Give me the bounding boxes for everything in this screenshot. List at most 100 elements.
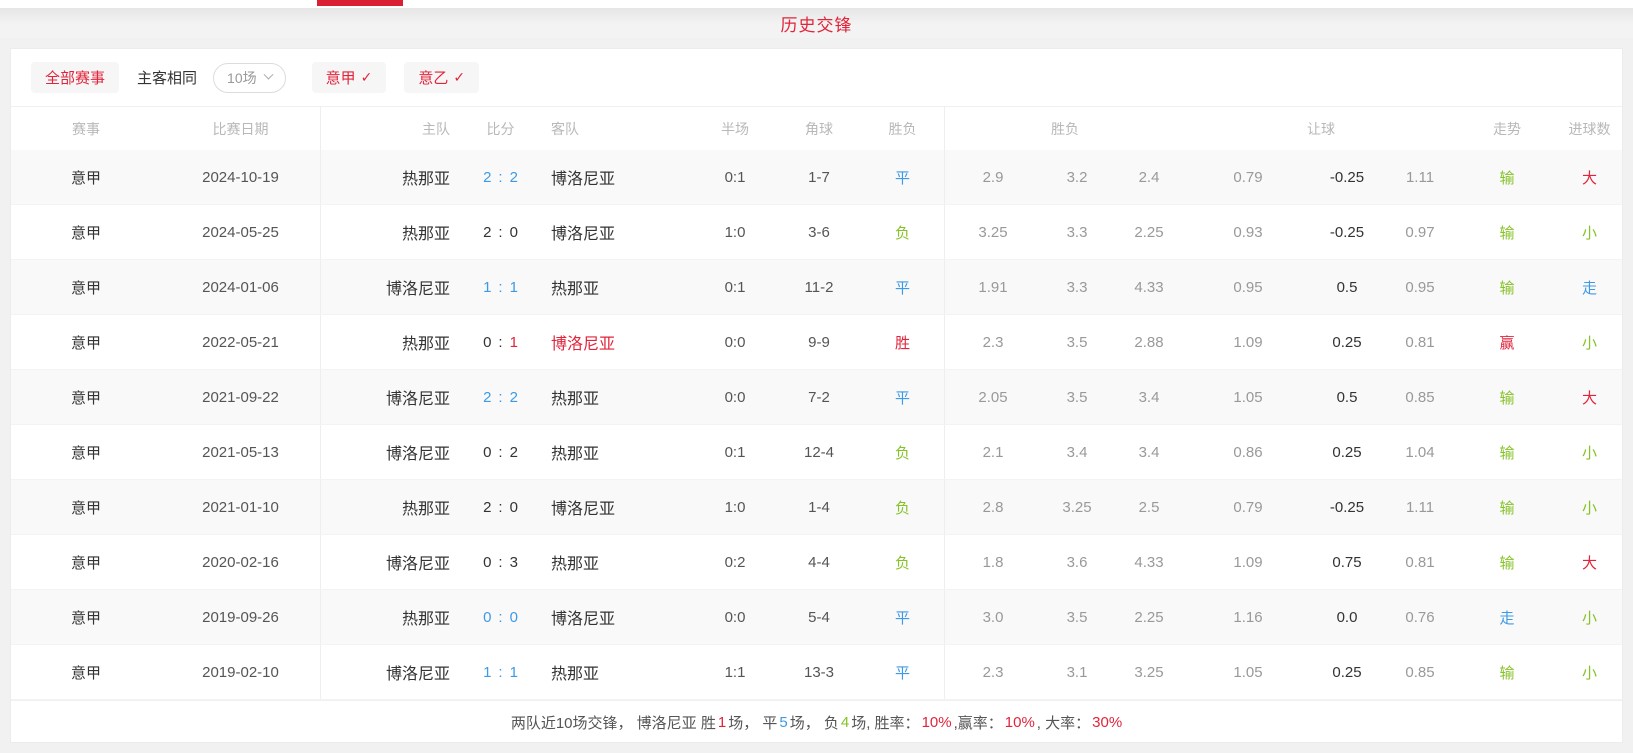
handicap-away-odds: 1.11 [1383, 499, 1457, 516]
header-handicap-group: 让球 [1185, 119, 1457, 139]
score-separator: : [498, 389, 502, 406]
league-cell: 意甲 [11, 662, 161, 683]
summary-segment: 4 [841, 714, 849, 731]
score-home: 0 [483, 444, 491, 461]
odds-away: 2.5 [1113, 499, 1185, 516]
trend-cell: 输 [1457, 222, 1557, 243]
odds-draw: 3.3 [1041, 279, 1113, 296]
odds-home: 2.8 [945, 499, 1041, 516]
all-events-filter-button[interactable]: 全部赛事 [31, 62, 119, 93]
odds-home: 3.0 [945, 609, 1041, 626]
league-cell: 意甲 [11, 442, 161, 463]
active-tab-indicator[interactable] [317, 0, 403, 6]
header-halftime: 半场 [693, 119, 777, 139]
header-date: 比赛日期 [161, 107, 321, 150]
header-goals: 进球数 [1557, 119, 1622, 139]
score-cell: 2:2 [458, 389, 543, 406]
score-cell: 0:0 [458, 609, 543, 626]
goals-cell: 小 [1557, 662, 1622, 683]
date-cell: 2024-01-06 [161, 260, 321, 314]
odds-draw: 3.25 [1041, 499, 1113, 516]
score-home: 1 [483, 279, 491, 296]
check-icon: ✓ [453, 69, 465, 86]
table-row: 意甲 2019-02-10 博洛尼亚 1:1 热那亚 1:1 13-3 平 2.… [11, 645, 1622, 700]
score-home: 0 [483, 554, 491, 571]
away-team: 博洛尼亚 [543, 330, 693, 354]
score-cell: 2:0 [458, 499, 543, 516]
away-team: 博洛尼亚 [543, 495, 693, 519]
date-cell: 2024-10-19 [161, 150, 321, 204]
trend-cell: 输 [1457, 277, 1557, 298]
trend-cell: 输 [1457, 387, 1557, 408]
corner-cell: 9-9 [777, 334, 861, 351]
table-header: 赛事 比赛日期 主队 比分 客队 半场 角球 胜负 胜负 让球 走势 进球数 [11, 107, 1622, 150]
trend-cell: 输 [1457, 497, 1557, 518]
handicap-line: -0.25 [1311, 169, 1383, 186]
header-score: 比分 [458, 119, 543, 139]
result-cell: 平 [861, 590, 945, 644]
handicap-away-odds: 0.85 [1383, 664, 1457, 681]
result-cell: 平 [861, 150, 945, 204]
league-cell: 意甲 [11, 607, 161, 628]
summary-segment: 10% [1005, 714, 1035, 731]
section-header: 历史交锋 [0, 8, 1633, 38]
odds-draw: 3.1 [1041, 664, 1113, 681]
date-cell: 2019-09-26 [161, 590, 321, 644]
serie-b-filter-button[interactable]: 意乙 ✓ [404, 62, 479, 93]
away-team: 博洛尼亚 [543, 605, 693, 629]
handicap-home-odds: 0.79 [1185, 169, 1311, 186]
score-cell: 2:0 [458, 224, 543, 241]
odds-home: 1.8 [945, 554, 1041, 571]
trend-cell: 输 [1457, 167, 1557, 188]
home-team: 热那亚 [321, 605, 458, 629]
goals-cell: 小 [1557, 607, 1622, 628]
serie-a-filter-button[interactable]: 意甲 ✓ [312, 62, 387, 93]
halftime-cell: 0:1 [693, 444, 777, 461]
trend-cell: 输 [1457, 662, 1557, 683]
score-separator: : [498, 444, 502, 461]
goals-cell: 小 [1557, 332, 1622, 353]
home-away-same-label[interactable]: 主客相同 [137, 67, 197, 88]
handicap-home-odds: 0.93 [1185, 224, 1311, 241]
corner-cell: 3-6 [777, 224, 861, 241]
score-away: 0 [510, 224, 518, 241]
halftime-cell: 1:0 [693, 499, 777, 516]
odds-draw: 3.4 [1041, 444, 1113, 461]
summary-segment: 场， 负 [790, 712, 839, 733]
date-cell: 2019-02-10 [161, 645, 321, 699]
result-cell: 平 [861, 645, 945, 699]
score-cell: 0:2 [458, 444, 543, 461]
home-team: 博洛尼亚 [321, 660, 458, 684]
handicap-home-odds: 0.95 [1185, 279, 1311, 296]
table-row: 意甲 2021-09-22 博洛尼亚 2:2 热那亚 0:0 7-2 平 2.0… [11, 370, 1622, 425]
handicap-home-odds: 1.16 [1185, 609, 1311, 626]
result-cell: 负 [861, 425, 945, 479]
odds-home: 2.3 [945, 664, 1041, 681]
table-row: 意甲 2024-10-19 热那亚 2:2 博洛尼亚 0:1 1-7 平 2.9… [11, 150, 1622, 205]
home-team: 博洛尼亚 [321, 550, 458, 574]
handicap-away-odds: 0.81 [1383, 554, 1457, 571]
handicap-line: -0.25 [1311, 499, 1383, 516]
league-cell: 意甲 [11, 497, 161, 518]
away-team: 博洛尼亚 [543, 165, 693, 189]
odds-draw: 3.5 [1041, 609, 1113, 626]
table-row: 意甲 2024-01-06 博洛尼亚 1:1 热那亚 0:1 11-2 平 1.… [11, 260, 1622, 315]
table-row: 意甲 2021-01-10 热那亚 2:0 博洛尼亚 1:0 1-4 负 2.8… [11, 480, 1622, 535]
serie-b-label: 意乙 [418, 67, 448, 88]
score-away: 0 [510, 499, 518, 516]
away-team: 热那亚 [543, 550, 693, 574]
home-team: 热那亚 [321, 330, 458, 354]
trend-cell: 输 [1457, 552, 1557, 573]
match-count-dropdown[interactable]: 10场 [213, 63, 286, 93]
goals-cell: 大 [1557, 552, 1622, 573]
score-separator: : [498, 224, 502, 241]
score-away: 0 [510, 609, 518, 626]
handicap-line: 0.75 [1311, 554, 1383, 571]
date-cell: 2021-01-10 [161, 480, 321, 534]
table-row: 意甲 2019-09-26 热那亚 0:0 博洛尼亚 0:0 5-4 平 3.0… [11, 590, 1622, 645]
goals-cell: 大 [1557, 387, 1622, 408]
date-cell: 2021-09-22 [161, 370, 321, 424]
handicap-away-odds: 0.85 [1383, 389, 1457, 406]
result-cell: 胜 [861, 315, 945, 369]
header-home: 主队 [321, 119, 458, 139]
